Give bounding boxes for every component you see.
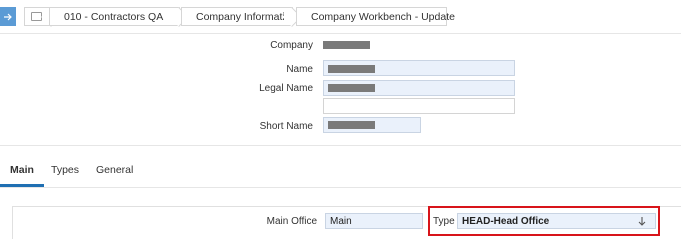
main-office-value: Main <box>330 215 352 227</box>
company-value-redacted <box>323 41 370 49</box>
breadcrumb-item-workbench-update: Company Workbench - Update <box>296 7 455 26</box>
tab-main[interactable]: Main <box>10 164 34 176</box>
name-label: Name <box>286 64 313 75</box>
breadcrumb-item-company-information[interactable]: Company Information <box>181 7 296 26</box>
company-label: Company <box>270 40 313 51</box>
tab-general[interactable]: General <box>96 164 133 176</box>
short-name-label: Short Name <box>259 121 313 132</box>
section-divider <box>0 145 681 146</box>
main-office-input[interactable]: Main <box>325 213 423 229</box>
legal-name-line-2-input[interactable] <box>323 98 515 114</box>
short-name-value-redacted <box>328 121 375 129</box>
tab-types[interactable]: Types <box>51 164 79 176</box>
arrow-right-icon <box>4 13 12 20</box>
type-highlight-box <box>428 206 660 236</box>
main-office-label: Main Office <box>266 216 317 227</box>
breadcrumb-label: 010 - Contractors QA <box>64 10 164 23</box>
breadcrumb-label: Company Information <box>196 10 297 23</box>
tabs-divider <box>0 187 681 188</box>
breadcrumb-home[interactable] <box>24 7 52 26</box>
breadcrumb-bar: 010 - Contractors QA Company Information… <box>0 0 681 34</box>
breadcrumb-label: Company Workbench - Update <box>311 10 455 23</box>
name-value-redacted <box>328 65 375 73</box>
legal-name-label: Legal Name <box>259 83 313 94</box>
legal-name-value-redacted <box>328 84 375 92</box>
home-box-icon <box>31 12 42 21</box>
breadcrumb-item-company[interactable]: 010 - Contractors QA <box>49 7 182 26</box>
navigation-toggle-button[interactable] <box>0 7 16 26</box>
